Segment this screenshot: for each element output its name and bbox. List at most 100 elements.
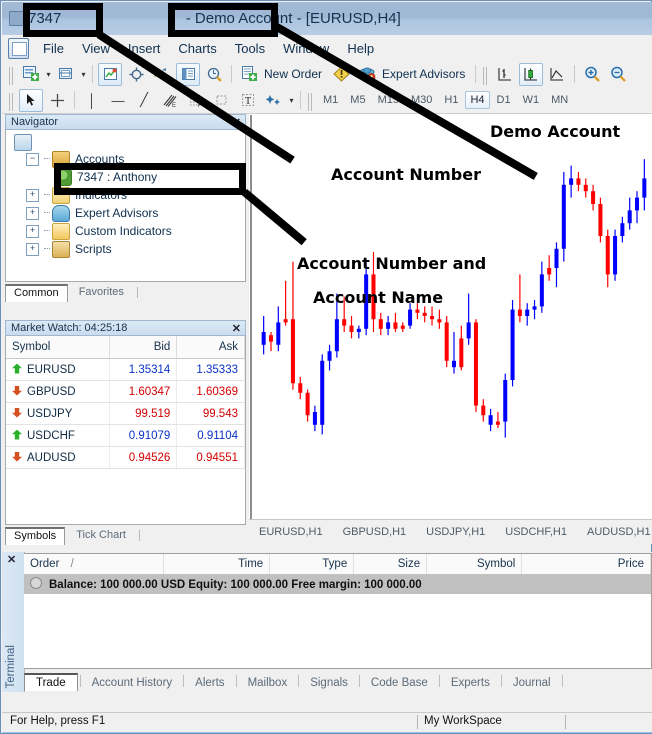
table-row[interactable]: EURUSD 1.35314 1.35333 [6,359,245,381]
cell-ask: 0.94551 [177,447,245,469]
expander-icon[interactable]: + [26,225,39,238]
tab-favorites[interactable]: Favorites [71,284,132,301]
new-chart-dropdown-icon[interactable]: ▾ [44,64,53,84]
table-row[interactable]: AUDUSD 0.94526 0.94551 [6,447,245,469]
market-watch-icon[interactable] [98,63,122,86]
toolbar-grip[interactable] [9,67,15,85]
system-menu-icon[interactable] [9,11,24,26]
objects-dropdown-icon[interactable]: ▾ [287,90,296,110]
profiles-dropdown-icon[interactable]: ▾ [79,64,88,84]
navigator-tabs: Common Favorites [5,284,246,302]
timeframe-mn[interactable]: MN [546,91,573,109]
tab-common[interactable]: Common [5,284,68,302]
new-order-icon[interactable] [237,63,261,86]
chart-tab-gbpusd[interactable]: GBPUSD,H1 [333,526,417,538]
timeframe-w1[interactable]: W1 [518,91,545,109]
expander-icon[interactable]: − [26,153,39,166]
tree-node-scripts[interactable]: + Scripts [16,240,172,258]
toolbar-grip-4[interactable] [308,93,314,111]
timeframe-m5[interactable]: M5 [345,91,370,109]
annotation-demo-account: Demo Account [490,122,620,141]
trendline-icon[interactable]: ╱ [132,89,156,112]
cursor-icon[interactable] [19,89,43,112]
tab-divider [137,287,138,298]
equidistant-channel-icon[interactable]: E [158,89,182,112]
objects-icon[interactable] [262,89,286,112]
new-order-button[interactable]: New Order [264,67,322,81]
zoom-out-icon[interactable] [606,63,630,86]
terminal-sidebar: ✕ Terminal [2,552,25,692]
tab-tick-chart[interactable]: Tick Chart [68,527,134,544]
menu-item-file[interactable]: File [34,39,73,58]
chart-tab-eurusd[interactable]: EURUSD,H1 [249,526,333,538]
terminal-orders-area[interactable]: Order / Time Type Size Symbol Price Bala… [24,553,652,669]
market-watch-table-wrap[interactable]: Symbol Bid Ask EURUSD 1.35314 1.35333 GB… [5,336,246,525]
column-header-bid[interactable]: Bid [109,336,177,359]
column-header-symbol[interactable]: Symbol [427,554,522,575]
tab-code-base[interactable]: Code Base [362,675,437,691]
column-header-ask[interactable]: Ask [177,336,245,359]
chart-tab-usdchf[interactable]: USDCHF,H1 [495,526,577,538]
column-header-order[interactable]: Order / [24,554,163,575]
tab-journal[interactable]: Journal [504,675,560,691]
timeframe-d1[interactable]: D1 [492,91,516,109]
tab-alerts[interactable]: Alerts [186,675,233,691]
bar-chart-icon[interactable] [493,63,517,86]
text-icon[interactable]: T [236,89,260,112]
column-header-size[interactable]: Size [354,554,427,575]
column-header-price[interactable]: Price [522,554,651,575]
menu-item-help[interactable]: Help [338,39,383,58]
column-header-time[interactable]: Time [163,554,269,575]
table-row[interactable]: USDJPY 99.519 99.543 [6,403,245,425]
close-icon[interactable]: ✕ [7,553,16,566]
market-watch-table: Symbol Bid Ask EURUSD 1.35314 1.35333 GB… [6,336,245,469]
toolbar-grip-2[interactable] [483,67,489,85]
menu-item-charts[interactable]: Charts [169,39,225,58]
tab-signals[interactable]: Signals [301,675,357,691]
tree-node-custom-indicators[interactable]: + Custom Indicators [16,222,172,240]
strategy-tester-icon[interactable] [202,63,226,86]
new-chart-icon[interactable] [19,63,43,86]
status-divider [417,715,418,729]
zoom-in-icon[interactable] [580,63,604,86]
tab-mailbox[interactable]: Mailbox [239,675,297,691]
line-chart-icon[interactable] [545,63,569,86]
tab-experts[interactable]: Experts [442,675,499,691]
navigator-tree[interactable]: − Accounts 7347 : Anthony + Indicators [5,130,246,282]
status-help-text: For Help, press F1 [10,715,105,727]
balance-row[interactable]: Balance: 100 000.00 USD Equity: 100 000.… [24,575,651,594]
annotation-account-number-and: Account Number and [297,254,486,273]
balance-summary: Balance: 100 000.00 USD Equity: 100 000.… [24,575,651,594]
tree-node-expert-advisors[interactable]: + Expert Advisors [16,204,172,222]
menu-item-tools[interactable]: Tools [226,39,274,58]
toolbar-separator [475,65,476,83]
expander-icon[interactable]: + [26,243,39,256]
timeframe-h1[interactable]: H1 [439,91,463,109]
crosshair-icon[interactable] [45,89,69,112]
candlestick-chart-icon[interactable] [519,63,543,86]
expert-advisors-button[interactable]: Expert Advisors [382,67,465,81]
svg-text:T: T [245,96,251,107]
column-header-symbol[interactable]: Symbol [6,336,109,359]
tab-symbols[interactable]: Symbols [5,527,65,545]
annotation-account-name: Account Name [313,288,443,307]
horizontal-line-icon[interactable]: — [106,89,130,112]
close-icon[interactable]: ✕ [232,322,241,335]
status-bar: For Help, press F1 My WorkSpace [2,712,652,732]
vertical-line-icon[interactable]: │ [80,89,104,112]
chart-tab-usdjpy[interactable]: USDJPY,H1 [416,526,495,538]
table-row[interactable]: GBPUSD 1.60347 1.60369 [6,381,245,403]
tree-dash [44,248,50,250]
timeframe-m1[interactable]: M1 [318,91,343,109]
market-watch-panel: Market Watch: 04:25:18 ✕ Symbol Bid Ask … [5,320,246,545]
tab-trade[interactable]: Trade [24,673,78,691]
timeframe-h4[interactable]: H4 [465,91,489,109]
column-header-type[interactable]: Type [270,554,354,575]
table-row[interactable]: USDCHF 0.91079 0.91104 [6,425,245,447]
toolbar-grip-3[interactable] [9,93,15,111]
chart-tab-audusd[interactable]: AUDUSD,H1 [577,526,652,538]
expander-icon[interactable]: + [26,189,39,202]
expander-icon[interactable]: + [26,207,39,220]
tab-account-history[interactable]: Account History [83,675,182,691]
profiles-icon[interactable] [54,63,78,86]
